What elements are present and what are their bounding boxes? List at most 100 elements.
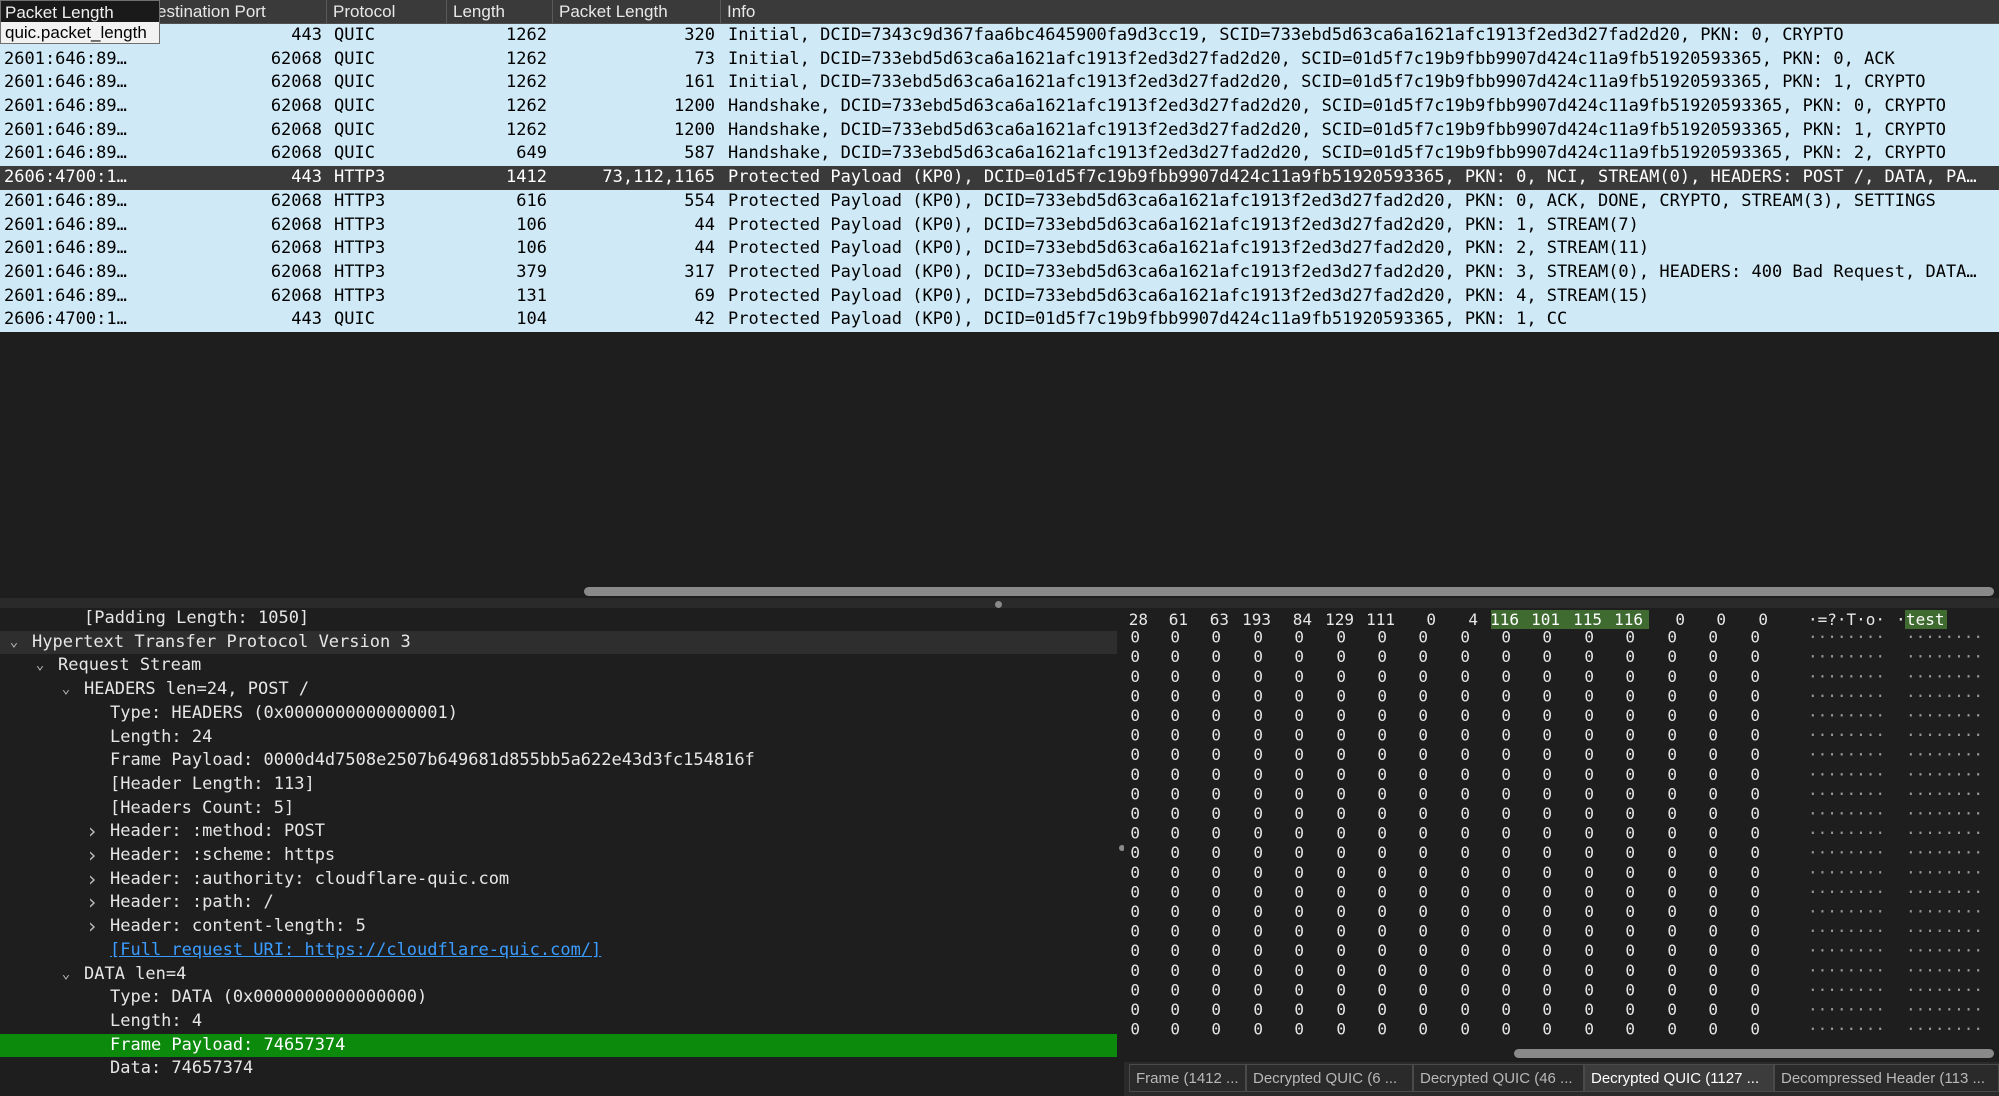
byte-value: 0: [1418, 628, 1428, 647]
ascii-dump: ········: [1808, 922, 1885, 941]
byte-value: 0: [1460, 843, 1470, 862]
column-destination-port[interactable]: estination Port: [150, 0, 334, 23]
cell-info: Initial, DCID=7343c9d367faa6bc4645900fa9…: [728, 25, 1844, 45]
chevron-down-icon[interactable]: ⌄: [59, 678, 73, 702]
splitter-handle-icon[interactable]: [995, 601, 1002, 608]
byte-value: 0: [1460, 784, 1470, 803]
byte-value: 0: [1294, 980, 1304, 999]
tree-item[interactable]: Type: HEADERS (0x0000000000000001): [0, 702, 1117, 726]
pane-splitter-vertical[interactable]: [1117, 608, 1122, 1096]
tree-item[interactable]: › Header: :authority: cloudflare-quic.com: [0, 867, 1117, 892]
tree-item[interactable]: › Header: :path: /: [0, 891, 1117, 915]
byte-value: 0: [1667, 843, 1677, 862]
tree-item[interactable]: ⌄ Request Stream: [0, 654, 1117, 678]
tree-item[interactable]: [Padding Length: 1050]: [0, 608, 1117, 631]
ascii-dump: ········: [1906, 941, 1983, 960]
chevron-right-icon[interactable]: ›: [85, 914, 99, 939]
byte-value: 0: [1750, 961, 1760, 980]
byte-value: 0: [1460, 745, 1470, 764]
byte-tab-active[interactable]: Decrypted QUIC (1127 ...: [1584, 1064, 1774, 1092]
tree-item[interactable]: ⌄ Hypertext Transfer Protocol Version 3: [0, 630, 1117, 655]
packet-row[interactable]: 2601:646:89… 62068 QUIC 649 587 Handshake, DC…: [0, 142, 1999, 167]
byte-value: 0: [1501, 1020, 1511, 1039]
byte-value: 0: [1211, 980, 1221, 999]
byte-value: 0: [1542, 784, 1552, 803]
ascii-dump: ········: [1808, 745, 1885, 764]
byte-value: 0: [1377, 667, 1387, 686]
packet-row[interactable]: 443 QUIC 1262 320 Initial, DCID=7343c9d367fa…: [0, 24, 1999, 48]
tree-item-selected[interactable]: Frame Payload: 74657374: [0, 1033, 1117, 1058]
byte-value: 0: [1426, 610, 1436, 629]
chevron-right-icon[interactable]: ›: [85, 891, 99, 915]
packet-row-selected[interactable]: 2606:4700:1… 443 HTTP3 1412 73,112,1165 Prote…: [0, 166, 1999, 190]
cell-destination-port: 62068: [270, 238, 322, 259]
cell-source-address: 2601:646:89…: [4, 48, 127, 69]
chevron-down-icon[interactable]: ⌄: [59, 963, 73, 987]
byte-tab[interactable]: Decrypted QUIC (46 ...: [1413, 1064, 1584, 1092]
tree-item[interactable]: ⌄ DATA len=4: [0, 963, 1117, 987]
column-packet-length[interactable]: Packet Length: [552, 0, 722, 23]
chevron-down-icon[interactable]: ⌄: [33, 654, 47, 678]
packet-row[interactable]: 2601:646:89… 62068 HTTP3 106 44 Protected Pay…: [0, 237, 1999, 261]
tree-item[interactable]: Length: 4: [0, 1010, 1117, 1034]
cell-info: Protected Payload (KP0), DCID=733ebd5d63…: [728, 214, 1639, 235]
chevron-down-icon[interactable]: ⌄: [7, 631, 21, 655]
tree-item[interactable]: Length: 24: [0, 726, 1117, 750]
chevron-right-icon[interactable]: ›: [85, 867, 99, 892]
packet-row[interactable]: 2601:646:89… 62068 HTTP3 379 317 Protected Pa…: [0, 260, 1999, 285]
byte-value: 0: [1667, 765, 1677, 784]
tree-item[interactable]: Data: 74657374: [0, 1057, 1117, 1081]
byte-value: 0: [1130, 980, 1140, 999]
request-uri-link[interactable]: [Full request URI: https://cloudflare-qu…: [110, 939, 601, 963]
byte-value: 0: [1584, 922, 1594, 941]
byte-tab[interactable]: Decrypted QUIC (6 ...: [1246, 1064, 1413, 1092]
byte-value: 0: [1130, 686, 1140, 705]
byte-value: 0: [1750, 628, 1760, 647]
packet-row[interactable]: 2606:4700:1… 443 QUIC 104 42 Protected Payloa…: [0, 308, 1999, 332]
packet-row[interactable]: 2601:646:89… 62068 HTTP3 131 69 Protected Pay…: [0, 284, 1999, 309]
byte-value: 0: [1294, 922, 1304, 941]
chevron-right-icon[interactable]: ›: [85, 820, 99, 844]
chevron-right-icon[interactable]: ›: [85, 843, 99, 868]
tree-item[interactable]: › Header: :scheme: https: [0, 843, 1117, 868]
tree-item[interactable]: › Header: :method: POST: [0, 820, 1117, 844]
tree-item[interactable]: [Header Length: 113]: [0, 773, 1117, 797]
byte-value: 0: [1211, 647, 1221, 666]
byte-tab[interactable]: Decompressed Header (113 ...: [1774, 1064, 1999, 1092]
packet-list-horizontal-scrollbar[interactable]: [584, 587, 1994, 596]
tree-item[interactable]: Type: DATA (0x0000000000000000): [0, 986, 1117, 1010]
column-protocol[interactable]: Protocol: [326, 0, 446, 23]
byte-value: 0: [1501, 961, 1511, 980]
packet-row[interactable]: 2601:646:89… 62068 QUIC 1262 161 Initial, DCI…: [0, 71, 1999, 96]
packet-row[interactable]: 2601:646:89… 62068 QUIC 1262 1200 Handshake, …: [0, 95, 1999, 119]
ascii-dump: ········: [1808, 628, 1885, 647]
packet-row[interactable]: 2601:646:89… 62068 HTTP3 106 44 Protected Pay…: [0, 213, 1999, 238]
byte-value: 0: [1253, 863, 1263, 882]
column-length[interactable]: Length: [446, 0, 558, 23]
tree-item[interactable]: › Header: content-length: 5: [0, 914, 1117, 939]
packet-details-tree[interactable]: [Padding Length: 1050] ⌄ Hypertext Transfe…: [0, 608, 1117, 1096]
cell-protocol: QUIC: [334, 309, 375, 330]
cell-protocol: QUIC: [334, 119, 375, 140]
byte-value: 0: [1211, 1020, 1221, 1039]
packet-list[interactable]: estination Port Protocol Length Packet L…: [0, 0, 1999, 598]
ascii-dump: ········: [1808, 961, 1885, 980]
column-info[interactable]: Info: [720, 0, 1999, 23]
byte-value: 0: [1501, 628, 1511, 647]
packet-row[interactable]: 2601:646:89… 62068 QUIC 1262 1200 Handshake, …: [0, 118, 1999, 143]
byte-value: 0: [1460, 667, 1470, 686]
tree-item[interactable]: Frame Payload: 0000d4d7508e2507b649681d8…: [0, 749, 1117, 773]
tree-item[interactable]: [Headers Count: 5]: [0, 797, 1117, 821]
tree-item[interactable]: [Full request URI: https://cloudflare-qu…: [0, 939, 1117, 963]
byte-value: 0: [1584, 1020, 1594, 1039]
packet-row[interactable]: 2601:646:89… 62068 QUIC 1262 73 Initial, DCID…: [0, 47, 1999, 72]
tree-item[interactable]: ⌄ HEADERS len=24, POST /: [0, 678, 1117, 702]
bytes-horizontal-scrollbar[interactable]: [1514, 1049, 1994, 1058]
packet-bytes-pane[interactable]: 28 61 63 193 84 129 111 0 4 116 101 115 116 0 0 0 ·=?·T·…: [1124, 608, 1999, 1058]
cell-packet-length: 44: [694, 214, 715, 235]
byte-value: 0: [1418, 824, 1428, 843]
byte-value: 0: [1625, 961, 1635, 980]
packet-row[interactable]: 2601:646:89… 62068 HTTP3 616 554 Protected Pa…: [0, 189, 1999, 214]
byte-value: 0: [1130, 628, 1140, 647]
byte-tab[interactable]: Frame (1412 ...: [1129, 1064, 1246, 1092]
